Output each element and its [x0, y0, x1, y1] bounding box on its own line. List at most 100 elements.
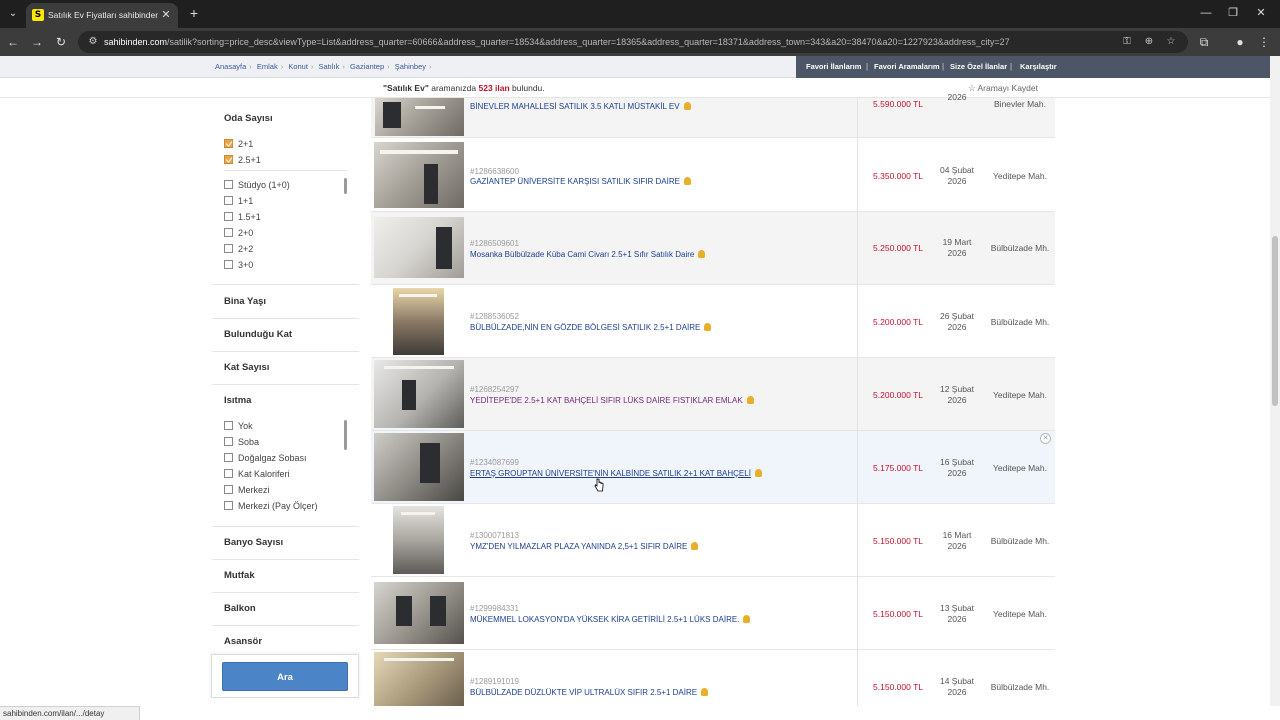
- listing-thumbnail[interactable]: [375, 98, 464, 136]
- page-scrollbar[interactable]: [1270, 56, 1280, 706]
- listing-thumbnail[interactable]: [374, 582, 464, 644]
- heating-title[interactable]: Isıtma: [224, 394, 251, 408]
- elevator-title[interactable]: Asansör: [224, 635, 262, 649]
- listing-id: #1299984331: [470, 604, 519, 613]
- listing-row[interactable]: #1234087699 ERTAŞ GROUPTAN ÜNİVERSİTE'Nİ…: [371, 431, 1055, 504]
- heating-checkbox[interactable]: Doğalgaz Sobası: [224, 452, 307, 464]
- listing-title[interactable]: BİNEVLER MAHALLESİ SATILIK 3.5 KATLI MÜS…: [470, 101, 691, 113]
- building-age-title[interactable]: Bina Yaşı: [224, 295, 266, 309]
- listing-title[interactable]: Mosanka Bülbülzade Küba Cami Civarı 2.5+…: [470, 249, 706, 261]
- site-settings-icon[interactable]: ⚙: [86, 35, 100, 49]
- room-list-scrollbar[interactable]: [344, 178, 347, 194]
- listing-thumbnail[interactable]: [374, 142, 464, 208]
- zoom-icon[interactable]: ⊕: [1142, 35, 1156, 49]
- checkbox-icon: [224, 212, 233, 221]
- room-checkbox[interactable]: 2.5+1: [224, 154, 261, 166]
- listing-thumbnail[interactable]: [374, 433, 464, 501]
- checkbox-icon: [224, 244, 233, 253]
- browser-menu-icon[interactable]: ⋮: [1256, 34, 1272, 50]
- password-key-icon[interactable]: ⚿: [1120, 35, 1134, 49]
- listing-title[interactable]: BÜLBÜLZADE,NİN EN GÖZDE BÖLGESİ SATILIK …: [470, 322, 712, 334]
- floor-title[interactable]: Bulunduğu Kat: [224, 328, 292, 342]
- room-checkbox[interactable]: 2+2: [224, 243, 253, 255]
- heating-checkbox[interactable]: Yok: [224, 420, 253, 432]
- search-button[interactable]: Ara: [222, 662, 348, 691]
- listing-title[interactable]: BÜLBÜLZADE DÜZLÜKTE VİP ULTRALÜX SIFIR 2…: [470, 687, 709, 699]
- listing-thumbnail[interactable]: [393, 506, 444, 574]
- forward-icon[interactable]: →: [29, 34, 45, 50]
- tab-search-icon[interactable]: ⌄: [4, 5, 22, 23]
- listing-row[interactable]: #1286638600 GAZİANTEP ÜNİVERSİTE KARŞISI…: [371, 138, 1055, 212]
- listing-title-text: BİNEVLER MAHALLESİ SATILIK 3.5 KATLI MÜS…: [470, 102, 680, 111]
- listing-date-day: 04 Şubat: [939, 165, 975, 175]
- back-icon[interactable]: ←: [5, 34, 21, 50]
- new-tab-icon[interactable]: +: [186, 5, 202, 21]
- hide-listing-close-icon[interactable]: ✕: [1040, 433, 1051, 444]
- tab-close-icon[interactable]: ✕: [158, 7, 174, 23]
- bookmark-star-icon[interactable]: ☆: [1164, 35, 1178, 49]
- listing-thumbnail[interactable]: [374, 652, 464, 706]
- heating-checkbox[interactable]: Merkezi (Pay Ölçer): [224, 500, 318, 512]
- favorite-listings-link[interactable]: Favori İlanlarım: [806, 61, 861, 73]
- room-checkbox-label: 3+0: [238, 260, 254, 270]
- listing-title[interactable]: ERTAŞ GROUPTAN ÜNİVERSİTE'NİN KALBİNDE S…: [470, 468, 762, 480]
- floor-count-title[interactable]: Kat Sayısı: [224, 361, 269, 375]
- restore-icon[interactable]: ❐: [1223, 5, 1243, 21]
- heating-checkbox[interactable]: Merkezi: [224, 484, 270, 496]
- listing-date-day: 14 Şubat: [939, 676, 975, 686]
- room-checkbox[interactable]: 2+0: [224, 227, 253, 239]
- listing-row[interactable]: #1268254297 YEDİTEPE'DE 2.5+1 KAT BAHÇEL…: [371, 358, 1055, 431]
- profile-icon[interactable]: ●: [1232, 34, 1248, 50]
- listing-row[interactable]: #1289191019 BÜLBÜLZADE DÜZLÜKTE VİP ULTR…: [371, 650, 1055, 706]
- reload-icon[interactable]: ↻: [53, 34, 69, 50]
- breadcrumb-item[interactable]: Satılık: [319, 62, 340, 71]
- checkbox-icon: [224, 260, 233, 269]
- breadcrumb-item[interactable]: Konut: [288, 62, 308, 71]
- listing-location: Yeditepe Mah.: [992, 463, 1048, 473]
- special-listings-link[interactable]: Size Özel İlanlar: [950, 61, 1007, 73]
- balcony-title[interactable]: Balkon: [224, 602, 256, 616]
- address-bar-row: ← → ↻ ⚙ sahibinden.com/satilik?sorting=p…: [0, 28, 1280, 56]
- listing-row[interactable]: #1299984331 MÜKEMMEL LOKASYON'DA YÜKSEK …: [371, 577, 1055, 650]
- listing-date-year: 2026: [947, 687, 967, 697]
- window-close-icon[interactable]: ✕: [1251, 5, 1271, 21]
- room-count-title[interactable]: Oda Sayısı: [224, 112, 273, 126]
- page-scrollbar-thumb[interactable]: [1272, 236, 1278, 406]
- url-field[interactable]: ⚙ sahibinden.com/satilik?sorting=price_d…: [78, 31, 1188, 53]
- room-checkbox[interactable]: 1+1: [224, 195, 253, 207]
- listing-title[interactable]: GAZİANTEP ÜNİVERSİTE KARŞISI SATILIK SIF…: [470, 176, 691, 188]
- browser-tab[interactable]: S Satılık Ev Fiyatları sahibinden.com ✕: [26, 3, 178, 28]
- heating-checkbox-label: Soba: [238, 437, 260, 447]
- favorite-searches-link[interactable]: Favori Aramalarım: [874, 61, 940, 73]
- room-checkbox[interactable]: 2+1: [224, 138, 253, 150]
- column-divider: [857, 212, 858, 285]
- room-checkbox[interactable]: 1.5+1: [224, 211, 261, 223]
- listing-row[interactable]: BİNEVLER MAHALLESİ SATILIK 3.5 KATLI MÜS…: [371, 92, 1055, 138]
- heating-list-scrollbar[interactable]: [344, 420, 347, 450]
- listing-date: 26 Şubat 2026: [929, 311, 985, 333]
- heating-checkbox[interactable]: Soba: [224, 436, 259, 448]
- listing-title[interactable]: MÜKEMMEL LOKASYON'DA YÜKSEK KİRA GETİRİL…: [470, 614, 751, 626]
- breadcrumb-item[interactable]: Emlak: [257, 62, 278, 71]
- room-checkbox[interactable]: 3+0: [224, 259, 253, 271]
- compare-link[interactable]: Karşılaştır: [1020, 61, 1057, 73]
- room-checkbox[interactable]: Stüdyo (1+0): [224, 179, 290, 191]
- listing-row[interactable]: #1300071813 YMZ'DEN YILMAZLAR PLAZA YANI…: [371, 504, 1055, 577]
- listing-title[interactable]: YEDİTEPE'DE 2.5+1 KAT BAHÇELİ SIFIR LÜKS…: [470, 395, 754, 407]
- breadcrumb-item[interactable]: Gaziantep: [350, 62, 384, 71]
- listing-row[interactable]: #1286509601 Mosanka Bülbülzade Küba Cami…: [371, 212, 1055, 285]
- listing-thumbnail[interactable]: [374, 217, 464, 278]
- listing-title[interactable]: YMZ'DEN YILMAZLAR PLAZA YANINDA 2,5+1 SI…: [470, 541, 699, 553]
- listing-location: Bülbülzade Mh.: [990, 682, 1050, 692]
- listing-row[interactable]: #1288536052 BÜLBÜLZADE,NİN EN GÖZDE BÖLG…: [371, 285, 1055, 358]
- kitchen-title[interactable]: Mutfak: [224, 569, 255, 583]
- extensions-icon[interactable]: ⧉: [1196, 34, 1212, 50]
- minimize-icon[interactable]: —: [1196, 5, 1216, 21]
- heating-checkbox[interactable]: Kat Kaloriferi: [224, 468, 290, 480]
- bathroom-count-title[interactable]: Banyo Sayısı: [224, 536, 283, 550]
- listing-thumbnail[interactable]: [393, 288, 444, 355]
- breadcrumb-item[interactable]: Anasayfa: [215, 62, 246, 71]
- listing-thumbnail[interactable]: [374, 360, 464, 428]
- breadcrumb-item[interactable]: Şahinbey: [395, 62, 426, 71]
- column-divider: [857, 650, 858, 706]
